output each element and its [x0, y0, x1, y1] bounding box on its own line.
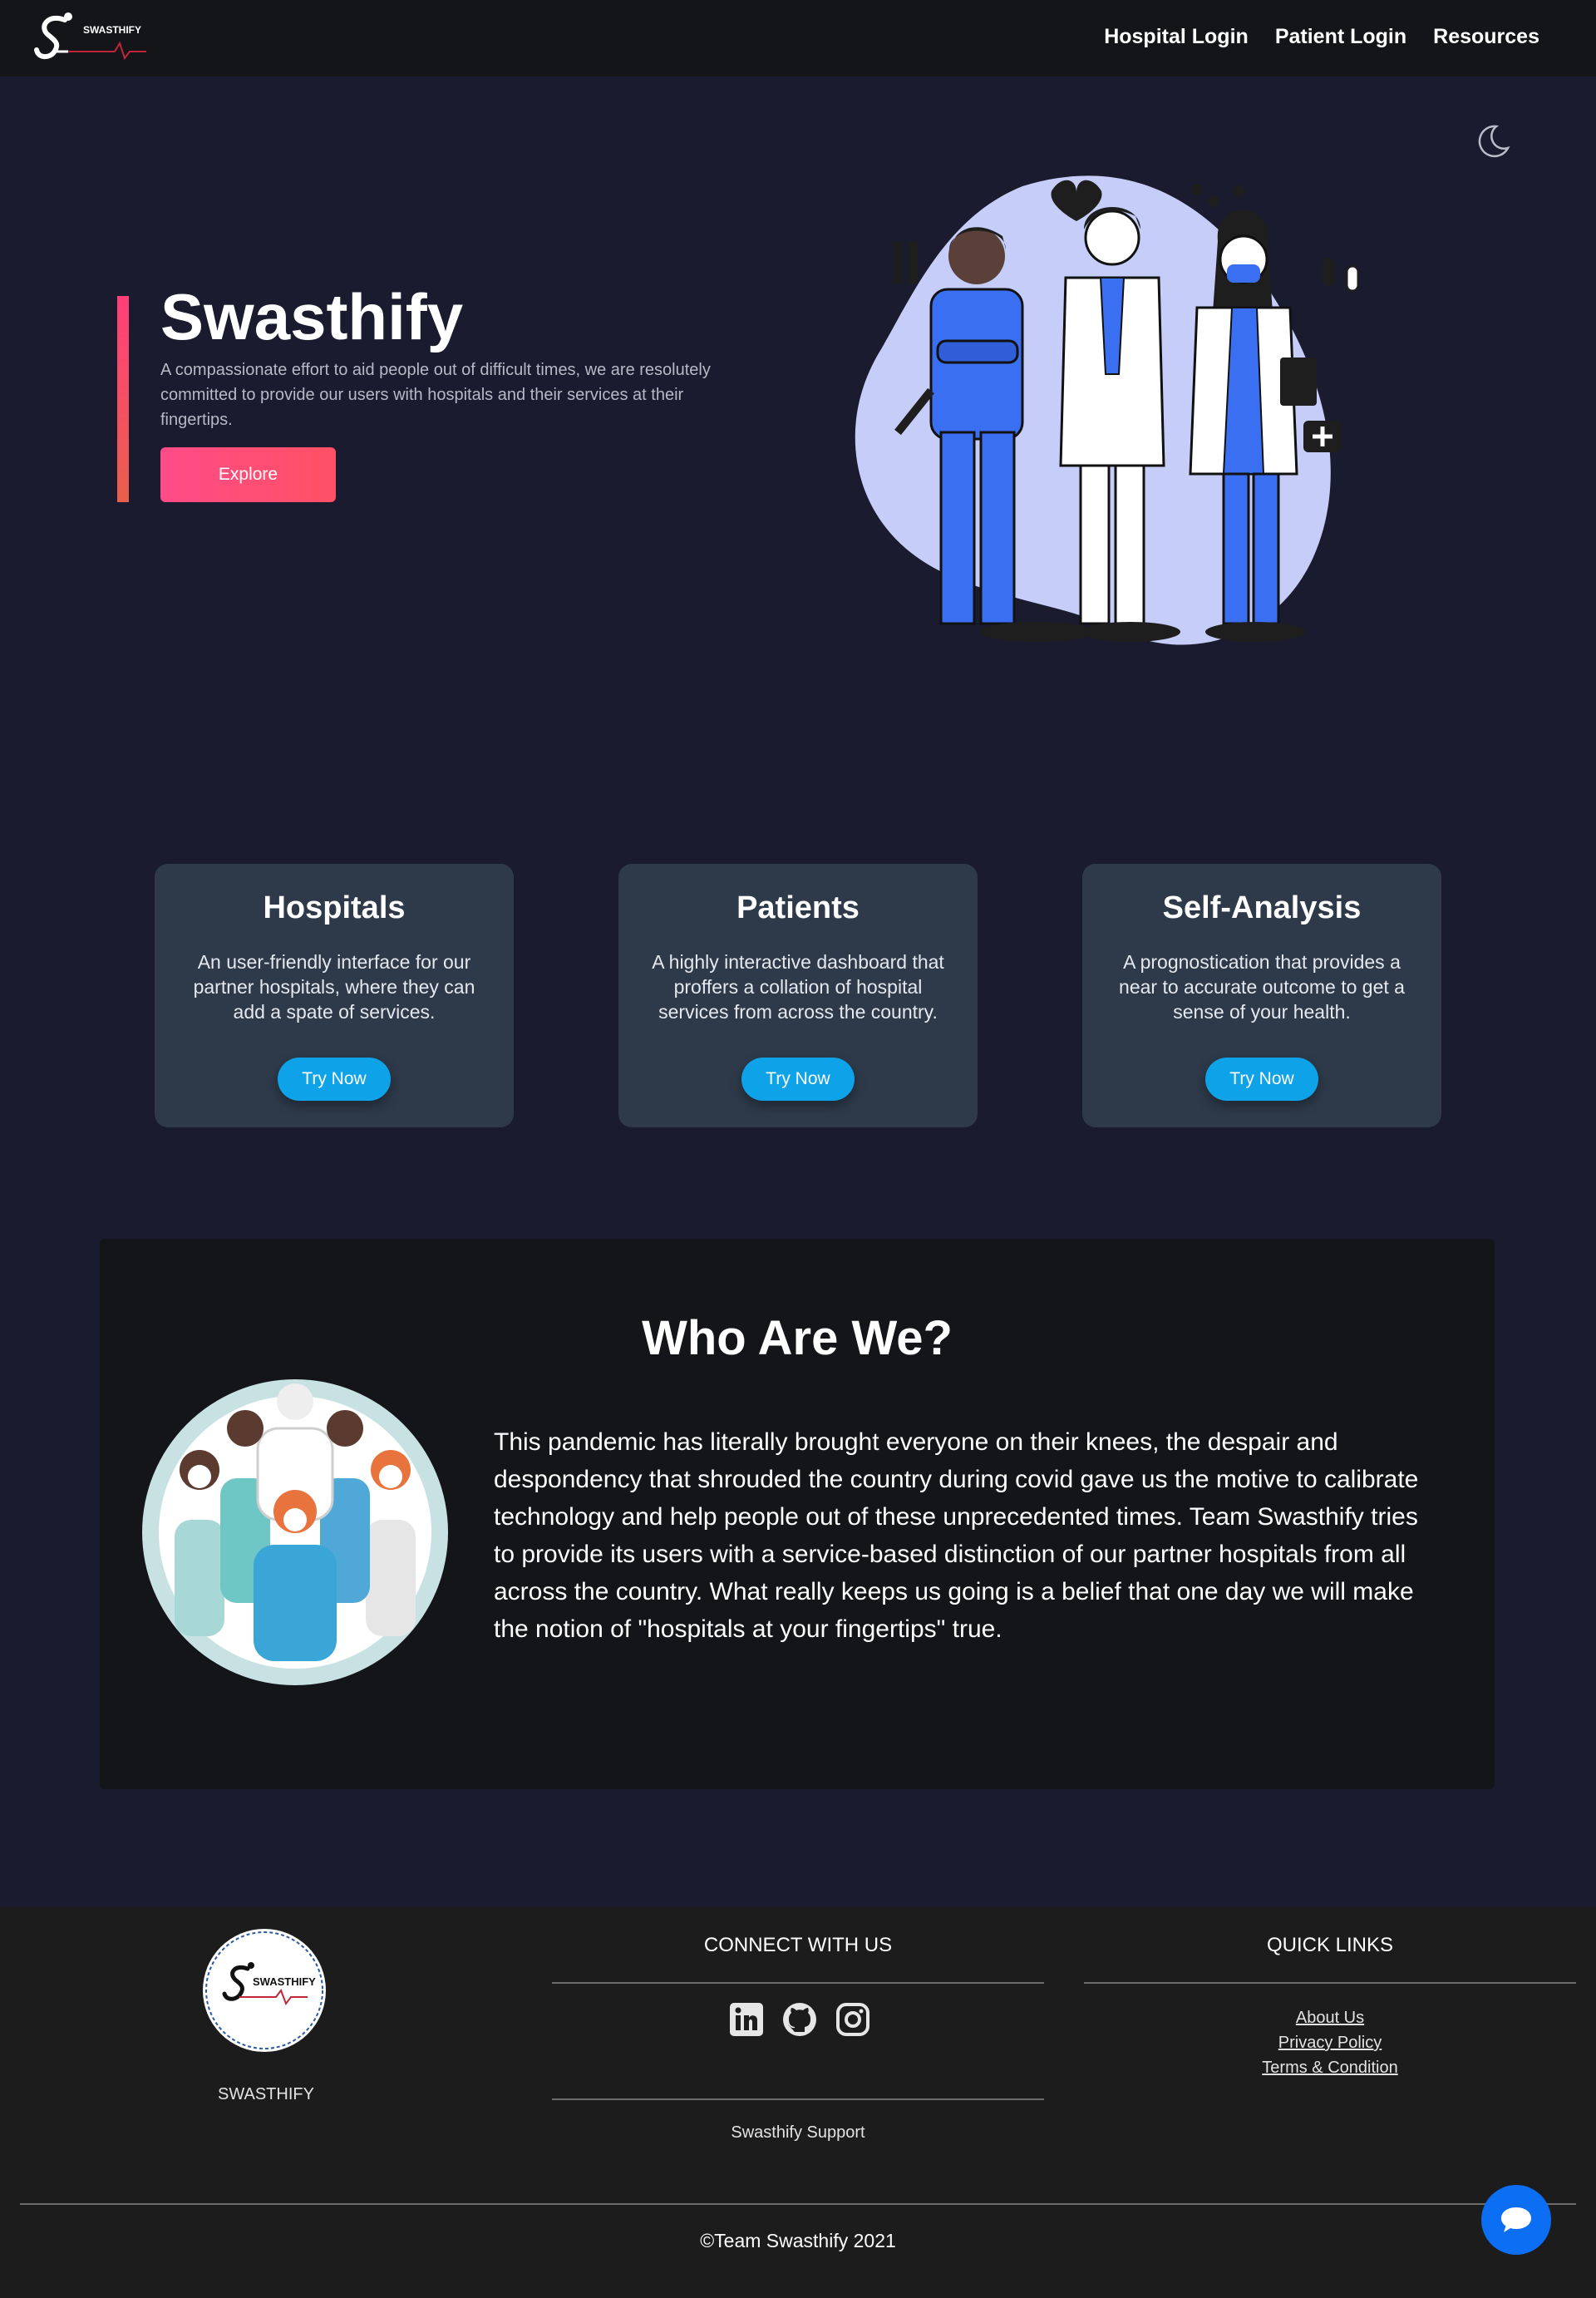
card-title: Self-Analysis: [1162, 890, 1362, 925]
instagram-icon[interactable]: [835, 2002, 870, 2037]
quick-links-heading: QUICK LINKS: [1266, 1934, 1394, 1956]
quick-link-privacy-policy[interactable]: Privacy Policy: [1084, 2030, 1576, 2055]
footer-logo-text: SWASTHIFY: [253, 1975, 316, 1988]
chat-button[interactable]: [1481, 2185, 1551, 2255]
swasthify-logo[interactable]: SWASTHIFY: [32, 8, 148, 68]
support-link[interactable]: Swasthify Support: [552, 2123, 1044, 2143]
nav-resources[interactable]: Resources: [1433, 25, 1539, 49]
social-links: [729, 2002, 870, 2037]
try-now-button-patients[interactable]: Try Now: [741, 1058, 855, 1101]
doctors-illustration: [855, 175, 1360, 645]
card-description: A prognostication that provides a near t…: [1119, 951, 1405, 1023]
divider: [1084, 1982, 1576, 1984]
github-icon[interactable]: [782, 2002, 817, 2037]
card-description: A highly interactive dashboard that prof…: [652, 951, 944, 1023]
footer-brand: SWASTHIFY: [218, 2085, 314, 2103]
quick-link-terms[interactable]: Terms & Condition: [1084, 2055, 1576, 2080]
chat-bubble-icon: [1501, 2207, 1531, 2232]
hero-description: A compassionate effort to aid people out…: [160, 361, 711, 429]
card-hospitals: Hospitals An user-friendly interface for…: [155, 864, 514, 1127]
navbar: SWASTHIFY Hospital Login Patient Login R…: [0, 0, 1596, 76]
hero-accent-bar: [117, 296, 129, 502]
footer-logo: SWASTHIFY: [203, 1929, 326, 2052]
footer-divider: [20, 2203, 1576, 2205]
divider: [552, 2098, 1044, 2100]
moon-icon[interactable]: [1473, 121, 1513, 161]
who-description: This pandemic has literally brought ever…: [494, 1428, 1419, 1643]
who-are-we-section: Who Are We? This pandemic has literally …: [100, 1239, 1495, 1789]
nav-hospital-login[interactable]: Hospital Login: [1104, 25, 1249, 49]
nav-patient-login[interactable]: Patient Login: [1275, 25, 1406, 49]
connect-heading: CONNECT WITH US: [703, 1934, 893, 1956]
explore-button[interactable]: Explore: [160, 447, 336, 502]
linkedin-icon[interactable]: [729, 2002, 764, 2037]
who-title: Who Are We?: [642, 1311, 953, 1365]
footer: SWASTHIFY SWASTHIFY CONNECT WITH US Swas…: [0, 1907, 1596, 2298]
try-now-button-hospitals[interactable]: Try Now: [278, 1058, 391, 1101]
try-now-button-self-analysis[interactable]: Try Now: [1205, 1058, 1318, 1101]
nav-links: Hospital Login Patient Login Resources: [1104, 25, 1539, 49]
logo-text: SWASTHIFY: [83, 24, 141, 36]
divider: [552, 1982, 1044, 1984]
card-title: Hospitals: [263, 890, 406, 925]
card-self-analysis: Self-Analysis A prognostication that pro…: [1082, 864, 1441, 1127]
card-title: Patients: [736, 890, 860, 925]
card-patients: Patients A highly interactive dashboard …: [618, 864, 978, 1127]
quick-links: About Us Privacy Policy Terms & Conditio…: [1084, 2005, 1576, 2080]
quick-link-about-us[interactable]: About Us: [1084, 2005, 1576, 2030]
hero-title: Swasthify: [160, 280, 464, 353]
card-description: An user-friendly interface for our partn…: [193, 951, 475, 1023]
medical-team-image: [142, 1379, 448, 1685]
copyright: ©Team Swasthify 2021: [700, 2230, 896, 2251]
